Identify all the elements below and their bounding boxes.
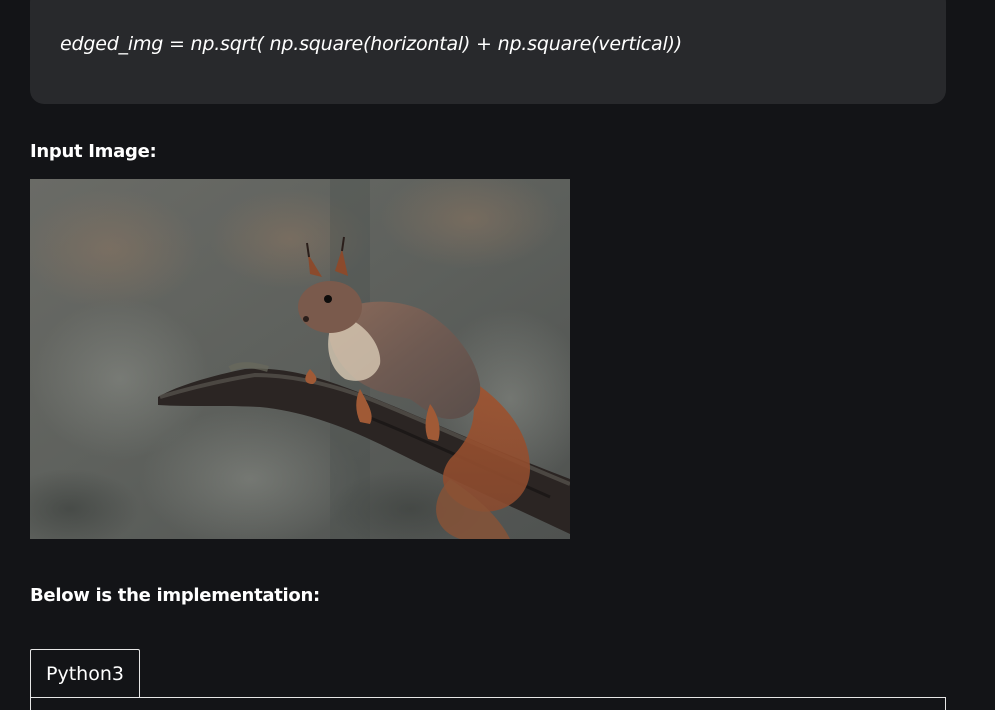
tab-python3[interactable]: Python3 [30,649,140,697]
input-image [30,179,570,539]
squirrel-photo [30,179,570,539]
formula-code: edged_img = np.sqrt( np.square(horizonta… [60,33,682,55]
article-page: edged_img = np.sqrt( np.square(horizonta… [0,0,995,710]
code-block: edged_img = np.sqrt( np.square(horizonta… [30,0,946,104]
input-image-heading: Input Image: [30,141,157,162]
code-panel [30,697,946,710]
implementation-heading: Below is the implementation: [30,585,320,606]
